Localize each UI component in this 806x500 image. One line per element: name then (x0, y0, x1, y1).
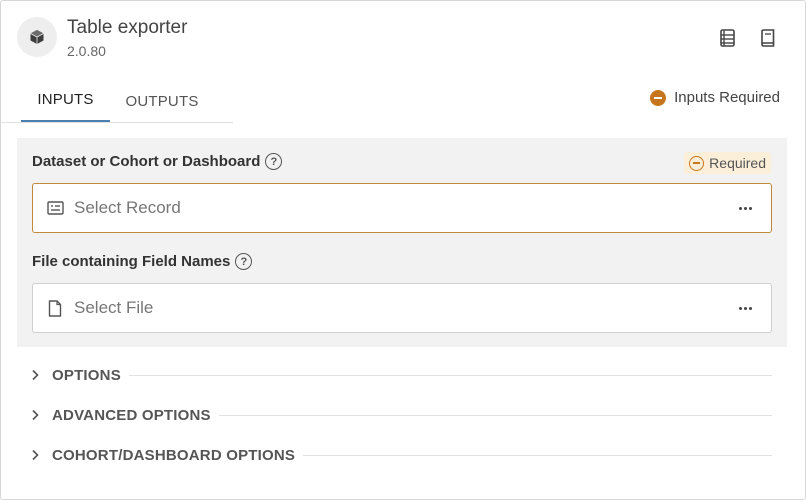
app-version: 2.0.80 (67, 43, 106, 59)
cube-icon (17, 17, 57, 57)
status-label: Inputs Required (674, 89, 780, 106)
required-minus-icon (650, 89, 667, 106)
field-label-text: File containing Field Names (32, 253, 231, 270)
field-label-text: Dataset or Cohort or Dashboard (32, 153, 261, 170)
section-options[interactable]: OPTIONS (29, 364, 772, 386)
more-options-icon[interactable] (725, 193, 765, 223)
tab-inputs[interactable]: INPUTS (21, 79, 110, 122)
inputs-panel: Dataset or Cohort or Dashboard ? Require… (17, 138, 787, 347)
select-record-placeholder: Select Record (74, 198, 181, 217)
divider (303, 454, 772, 456)
help-icon[interactable]: ? (265, 153, 283, 170)
field-label-dataset: Dataset or Cohort or Dashboard ? (32, 153, 283, 170)
section-label: ADVANCED OPTIONS (52, 406, 211, 424)
more-options-icon[interactable] (725, 293, 765, 323)
section-advanced-options[interactable]: ADVANCED OPTIONS (29, 404, 772, 426)
minus-circle-icon (689, 155, 705, 171)
book-icon[interactable] (757, 27, 777, 49)
record-card-icon (45, 201, 65, 215)
help-icon[interactable]: ? (235, 253, 253, 270)
required-badge: Required (684, 152, 771, 174)
chevron-right-icon (29, 449, 41, 461)
app-title: Table exporter (67, 17, 188, 38)
file-icon (45, 299, 65, 317)
chevron-right-icon (29, 369, 41, 381)
divider (128, 374, 772, 376)
section-cohort-dashboard-options[interactable]: COHORT/DASHBOARD OPTIONS (29, 444, 772, 466)
select-record-input[interactable]: Select Record (32, 183, 772, 233)
required-badge-label: Required (709, 155, 766, 171)
section-label: OPTIONS (52, 366, 121, 384)
list-document-icon[interactable] (717, 27, 737, 49)
chevron-right-icon (29, 409, 41, 421)
divider (218, 414, 772, 416)
section-label: COHORT/DASHBOARD OPTIONS (52, 446, 296, 464)
select-file-input[interactable]: Select File (32, 283, 772, 333)
inputs-required-status: Inputs Required (650, 89, 780, 106)
field-label-file: File containing Field Names ? (32, 253, 253, 270)
tab-outputs[interactable]: OUTPUTS (116, 79, 208, 123)
app-card: Table exporter 2.0.80 INPUTS OUTPUTS Inp… (0, 0, 806, 500)
select-file-placeholder: Select File (74, 298, 154, 317)
tab-bar: INPUTS OUTPUTS (1, 79, 233, 123)
